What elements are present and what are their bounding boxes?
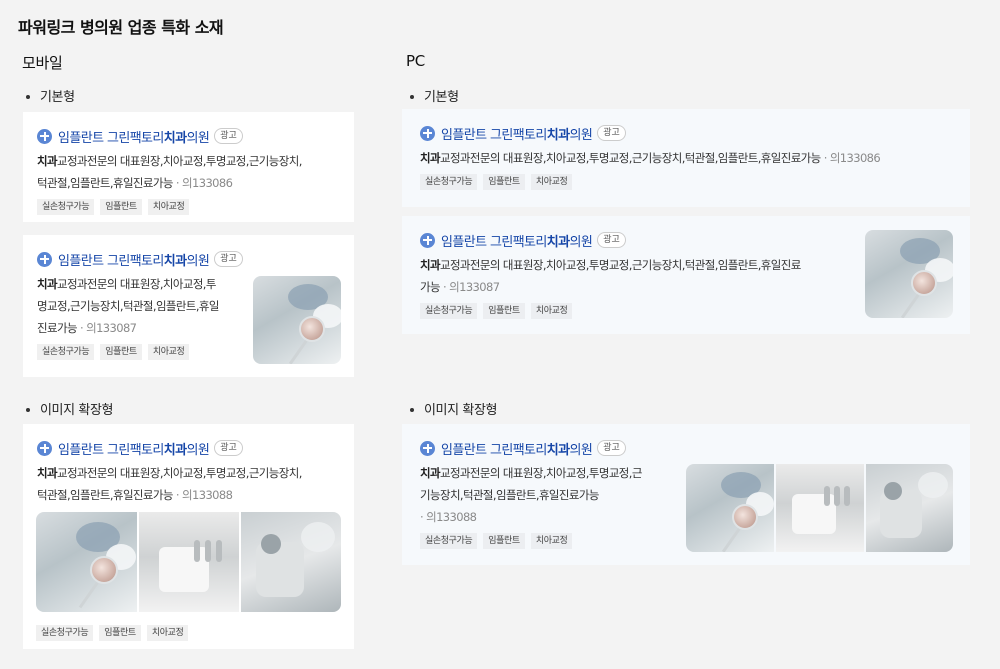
tag[interactable]: 실손청구가능 [36,625,94,641]
mobile-image-label: 이미지 확장형 [26,399,113,418]
ad-description: 치과교정과전문의 대표원장,치아교정,투명교정,근기능장치,턱관절,임플란트,휴… [420,151,881,165]
plus-circle-icon[interactable] [37,128,52,144]
ad-badge: 광고 [214,440,243,456]
permit-number: · 의133086 [175,176,233,190]
pc-image-ad-card[interactable]: 임플란트 그린팩토리치과의원 광고 치과교정과전문의 대표원장,치아교정,투명교… [402,424,970,565]
permit-number: · 의133087 [443,280,500,294]
gallery-photo[interactable] [866,464,953,552]
bullet-dot [26,407,30,412]
ad-description: 치과교정과전문의 대표원장,치아교정,투명교정,근기능장치,턱관절,임플란트,휴… [37,154,302,190]
ad-header: 임플란트 그린팩토리치과의원 광고 [37,438,340,458]
plus-circle-icon[interactable] [37,251,52,267]
ad-title-link[interactable]: 임플란트 그린팩토리치과의원 [58,439,210,458]
ad-badge: 광고 [214,251,243,267]
ad-title-link[interactable]: 임플란트 그린팩토리치과의원 [58,250,210,269]
tag[interactable]: 치아교정 [530,174,573,190]
pc-column-title: PC [406,52,425,70]
section-label-text: 기본형 [424,90,459,105]
tag[interactable]: 임플란트 [100,344,142,360]
ad-description: 치과교정과전문의 대표원장,치아교정,투명교정,근기능장치,턱관절,임플란트,휴… [37,277,219,335]
tag[interactable]: 치아교정 [530,303,573,319]
mobile-basic-label: 기본형 [26,86,75,105]
ad-description: 치과교정과전문의 대표원장,치아교정,투명교정,근기능장치,턱관절,임플란트,휴… [420,466,642,524]
mobile-image-ad-card[interactable]: 임플란트 그린팩토리치과의원 광고 치과교정과전문의 대표원장,치아교정,투명교… [23,424,354,649]
tag[interactable]: 치아교정 [530,533,573,549]
image-gallery[interactable] [686,464,953,552]
page-title: 파워링크 병의원 업종 특화 소재 [18,18,224,37]
tag[interactable]: 실손청구가능 [420,303,478,319]
tag[interactable]: 실손청구가능 [37,344,95,360]
section-label-text: 이미지 확장형 [424,403,498,418]
ad-description: 치과교정과전문의 대표원장,치아교정,투명교정,근기능장치,턱관절,임플란트,휴… [37,466,302,502]
ad-header: 임플란트 그린팩토리치과의원 광고 [420,438,952,458]
pc-basic-label: 기본형 [410,86,459,105]
image-gallery[interactable] [36,512,341,612]
tag[interactable]: 실손청구가능 [420,533,478,549]
ad-header: 임플란트 그린팩토리치과의원 광고 [37,126,340,146]
plus-circle-icon[interactable] [37,440,52,456]
ad-title-link[interactable]: 임플란트 그린팩토리치과의원 [58,127,210,146]
bullet-dot [410,94,414,99]
gallery-photo[interactable] [241,512,341,612]
tag[interactable]: 임플란트 [100,199,142,215]
ad-tags: 실손청구가능 임플란트 치아교정 [37,199,340,215]
ad-tags: 실손청구가능 임플란트 치아교정 [420,174,952,190]
tag[interactable]: 치아교정 [147,199,190,215]
mobile-basic-ad-card-thumbnail[interactable]: 임플란트 그린팩토리치과의원 광고 치과교정과전문의 대표원장,치아교정,투 명교… [23,235,354,377]
permit-number: · 의133086 [823,151,881,165]
plus-circle-icon[interactable] [420,125,435,141]
plus-circle-icon[interactable] [420,232,435,248]
ad-title-link[interactable]: 임플란트 그린팩토리치과의원 [441,231,593,250]
permit-number: · 의133088 [420,510,477,524]
tag[interactable]: 임플란트 [99,625,141,641]
ad-badge: 광고 [597,125,626,141]
tag[interactable]: 임플란트 [483,303,525,319]
gallery-photo[interactable] [686,464,774,552]
tag[interactable]: 실손청구가능 [420,174,478,190]
ad-tags: 실손청구가능 임플란트 치아교정 [36,625,189,641]
ad-badge: 광고 [214,128,243,144]
tag[interactable]: 실손청구가능 [37,199,95,215]
ad-title-link[interactable]: 임플란트 그린팩토리치과의원 [441,439,593,458]
pc-image-label: 이미지 확장형 [410,399,497,418]
gallery-photo[interactable] [139,512,239,612]
bullet-dot [26,94,30,99]
dental-mirror-image[interactable] [865,230,953,318]
tag[interactable]: 치아교정 [147,344,190,360]
tag[interactable]: 임플란트 [483,533,525,549]
gallery-photo[interactable] [776,464,864,552]
bullet-dot [410,407,414,412]
plus-circle-icon[interactable] [420,440,435,456]
gallery-photo[interactable] [36,512,137,612]
pc-basic-ad-card[interactable]: 임플란트 그린팩토리치과의원 광고 치과교정과전문의 대표원장,치아교정,투명교… [402,109,970,207]
ad-title-link[interactable]: 임플란트 그린팩토리치과의원 [441,124,593,143]
ad-badge: 광고 [597,440,626,456]
ad-badge: 광고 [597,232,626,248]
ad-header: 임플란트 그린팩토리치과의원 광고 [420,123,952,143]
permit-number: · 의133087 [79,321,137,335]
section-label-text: 기본형 [40,90,75,105]
ad-header: 임플란트 그린팩토리치과의원 광고 [37,249,340,269]
section-label-text: 이미지 확장형 [40,403,114,418]
mobile-basic-ad-card[interactable]: 임플란트 그린팩토리치과의원 광고 치과교정과전문의 대표원장,치아교정,투명교… [23,112,354,222]
dental-mirror-image[interactable] [253,276,341,364]
pc-basic-ad-card-thumbnail[interactable]: 임플란트 그린팩토리치과의원 광고 치과교정과전문의 대표원장,치아교정,투명교… [402,216,970,334]
tag[interactable]: 임플란트 [483,174,525,190]
mobile-column-title: 모바일 [22,54,63,72]
permit-number: · 의133088 [175,488,233,502]
tag[interactable]: 치아교정 [146,625,189,641]
ad-description: 치과교정과전문의 대표원장,치아교정,투명교정,근기능장치,턱관절,임플란트,휴… [420,258,801,294]
